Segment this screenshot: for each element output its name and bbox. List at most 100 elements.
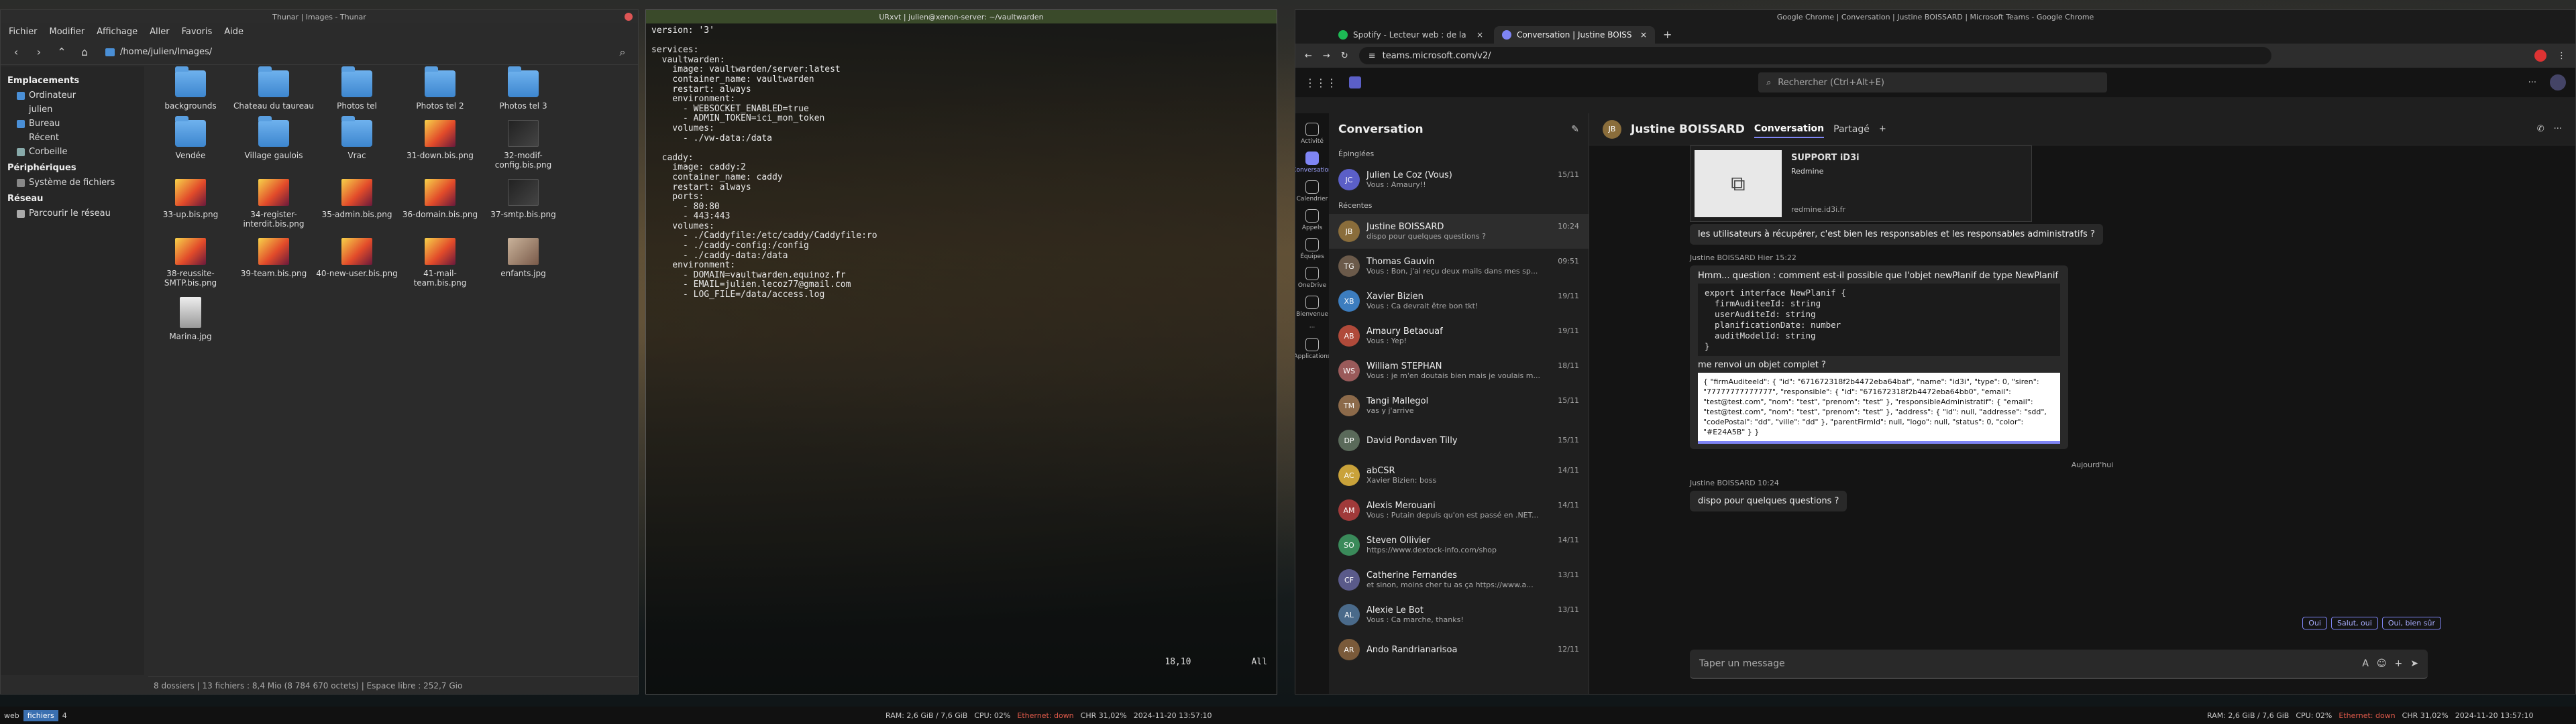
rail-welcome[interactable]: Bienvenue: [1296, 296, 1328, 318]
chat-list-item[interactable]: DP David Pondaven Tilly 15/11: [1329, 423, 1589, 458]
suggested-reply[interactable]: Oui, bien sûr: [2381, 617, 2441, 629]
file-item[interactable]: Photos tel 2: [399, 66, 481, 111]
sidebar-item-ordinateur[interactable]: Ordinateur: [7, 88, 138, 103]
file-item[interactable]: Photos tel: [316, 66, 398, 111]
user-avatar[interactable]: [2550, 74, 2566, 90]
compose-chat-icon[interactable]: ✎: [1571, 124, 1579, 135]
file-item[interactable]: Vrac: [316, 116, 398, 170]
file-item[interactable]: 32-modif-config.bis.png: [482, 120, 564, 170]
rail-apps[interactable]: Applications: [1295, 338, 1331, 360]
chat-list-item[interactable]: AB Amaury Betaouaf 19/11 Vous : Yep!: [1329, 318, 1589, 353]
chat-list-item[interactable]: XB Xavier Bizien 19/11 Vous : Ca devrait êt…: [1329, 284, 1589, 318]
close-icon[interactable]: ×: [1477, 30, 1483, 40]
workspace-web[interactable]: web: [0, 710, 23, 721]
menu-aide[interactable]: Aide: [224, 27, 244, 37]
message-compose-input[interactable]: Taper un message A☺+ ➤: [1690, 650, 2428, 679]
tab-shared[interactable]: Partagé: [1833, 121, 1870, 137]
terminal-window[interactable]: URxvt | julien@xenon-server: ~/vaultward…: [645, 9, 1277, 695]
back-arrow-icon[interactable]: ‹: [9, 45, 23, 60]
file-item[interactable]: 39-team.bis.png: [233, 238, 315, 288]
rail-more[interactable]: ···: [1309, 324, 1316, 331]
chat-list-item[interactable]: AL Alexie Le Bot 13/11 Vous : Ca marche, th…: [1329, 597, 1589, 632]
file-item[interactable]: 40-new-user.bis.png: [316, 238, 398, 288]
menu-fichier[interactable]: Fichier: [9, 27, 38, 37]
thunar-titlebar[interactable]: Thunar | Images - Thunar: [1, 10, 638, 23]
suggested-reply[interactable]: Salut, oui: [2330, 617, 2378, 629]
rail-calls[interactable]: Appels: [1302, 209, 1322, 231]
chat-list-item[interactable]: CF Catherine Fernandes 13/11 et sinon, moin…: [1329, 562, 1589, 597]
location-bar[interactable]: /home/julien/Images/: [105, 47, 212, 57]
file-item[interactable]: 41-mail-team.bis.png: [399, 238, 481, 288]
rail-calendar[interactable]: Calendrier: [1297, 180, 1328, 202]
workspace-fichiers[interactable]: fichiers: [23, 709, 58, 721]
forward-arrow-icon[interactable]: →: [1323, 51, 1330, 61]
recent-section-label[interactable]: Récentes: [1329, 197, 1589, 214]
send-icon[interactable]: ➤: [2410, 658, 2418, 669]
suggested-reply[interactable]: Oui: [2302, 617, 2327, 629]
workspace-4[interactable]: 4: [58, 710, 71, 721]
file-item[interactable]: enfants.jpg: [482, 238, 564, 288]
file-item[interactable]: Photos tel 3: [482, 66, 564, 111]
sidebar-item-julien[interactable]: julien: [7, 103, 138, 117]
chat-list-item[interactable]: SO Steven Ollivier 14/11 https://www.dextoc…: [1329, 528, 1589, 562]
chat-list-item[interactable]: TG Thomas Gauvin 09:51 Vous : Bon, j'ai reç…: [1329, 249, 1589, 284]
chrome-titlebar[interactable]: Google Chrome | Conversation | Justine B…: [1295, 10, 2575, 23]
sidebar-item-network[interactable]: Parcourir le réseau: [7, 206, 138, 221]
home-icon[interactable]: ⌂: [77, 45, 92, 60]
rail-onedrive[interactable]: OneDrive: [1298, 267, 1326, 289]
rail-activity[interactable]: Activité: [1301, 123, 1324, 145]
back-arrow-icon[interactable]: ←: [1305, 51, 1312, 61]
file-item[interactable]: Village gaulois: [233, 116, 315, 170]
more-menu-icon[interactable]: ⋮: [2557, 51, 2566, 61]
file-item[interactable]: 34-register-interdit.bis.png: [233, 179, 315, 229]
file-item[interactable]: Vendée: [150, 116, 231, 170]
call-icon[interactable]: ✆: [2537, 124, 2544, 134]
forward-arrow-icon[interactable]: ›: [32, 45, 46, 60]
add-tab-icon[interactable]: +: [1879, 124, 1886, 134]
chat-list-item[interactable]: AR Ando Randrianarisoa 12/11: [1329, 632, 1589, 667]
file-item[interactable]: 36-domain.bis.png: [399, 179, 481, 229]
file-item[interactable]: 31-down.bis.png: [399, 120, 481, 170]
app-launcher-icon[interactable]: ⋮⋮⋮: [1305, 76, 1337, 89]
more-options-icon[interactable]: ···: [2554, 124, 2562, 134]
sidebar-item-recent[interactable]: Récent: [7, 131, 138, 145]
link-preview-card[interactable]: ⧉ SUPPORT iD3i Redmine redmine.id3i.fr: [1690, 145, 2032, 222]
menu-favoris[interactable]: Favoris: [182, 27, 213, 37]
sidebar-item-bureau[interactable]: Bureau: [7, 117, 138, 131]
chat-list-item[interactable]: JC Julien Le Coz (Vous) 15/11 Vous : Amaury…: [1329, 162, 1589, 197]
teams-search-input[interactable]: ⌕ Rechercher (Ctrl+Alt+E): [1758, 72, 2107, 93]
tab-conversation[interactable]: Conversation: [1754, 121, 1825, 138]
file-item[interactable]: 35-admin.bis.png: [316, 179, 398, 229]
reload-icon[interactable]: ↻: [1341, 51, 1348, 61]
file-item[interactable]: Chateau du taureau: [233, 66, 315, 111]
terminal-content[interactable]: version: '3' services: vaultwarden: imag…: [646, 23, 1277, 303]
file-item[interactable]: backgrounds: [150, 66, 231, 111]
url-bar[interactable]: ≡ teams.microsoft.com/v2/: [1358, 47, 2271, 64]
menu-modifier[interactable]: Modifier: [50, 27, 85, 37]
pinned-section-label[interactable]: Épinglées: [1329, 145, 1589, 162]
card-url[interactable]: redmine.id3i.fr: [1791, 205, 1860, 214]
more-options-icon[interactable]: ···: [2528, 78, 2536, 88]
file-item[interactable]: 37-smtp.bis.png: [482, 179, 564, 229]
up-arrow-icon[interactable]: ⌃: [54, 45, 69, 60]
file-item[interactable]: 38-reussite-SMTP.bis.png: [150, 238, 231, 288]
chat-list-item[interactable]: AC abCSR 14/11 Xavier Bizien: boss: [1329, 458, 1589, 493]
chat-list-item[interactable]: TM Tangi Mallegol 15/11 vas y j'arrive: [1329, 388, 1589, 423]
menu-aller[interactable]: Aller: [150, 27, 169, 37]
menu-affichage[interactable]: Affichage: [97, 27, 138, 37]
rail-chat[interactable]: Conversation: [1295, 152, 1332, 174]
chat-list-item[interactable]: JB Justine BOISSARD 10:24 dispo pour quelqu…: [1329, 214, 1589, 249]
close-icon[interactable]: ×: [1640, 30, 1647, 40]
sidebar-item-filesystem[interactable]: Système de fichiers: [7, 176, 138, 190]
sidebar-item-corbeille[interactable]: Corbeille: [7, 145, 138, 159]
search-icon[interactable]: ⌕: [615, 45, 630, 60]
terminal-titlebar[interactable]: URxvt | julien@xenon-server: ~/vaultward…: [646, 10, 1277, 23]
close-icon[interactable]: [625, 13, 633, 21]
rail-teams[interactable]: Équipes: [1300, 238, 1324, 260]
tab-spotify[interactable]: Spotify - Lecteur web : de la ×: [1330, 26, 1491, 44]
compose-tools[interactable]: A☺+: [2362, 658, 2410, 669]
site-info-icon[interactable]: ≡: [1368, 51, 1376, 61]
tab-teams[interactable]: Conversation | Justine BOISS ×: [1494, 26, 1655, 44]
new-tab-icon[interactable]: +: [1658, 28, 1677, 44]
chat-list-item[interactable]: WS William STEPHAN 18/11 Vous : je m'en dou…: [1329, 353, 1589, 388]
